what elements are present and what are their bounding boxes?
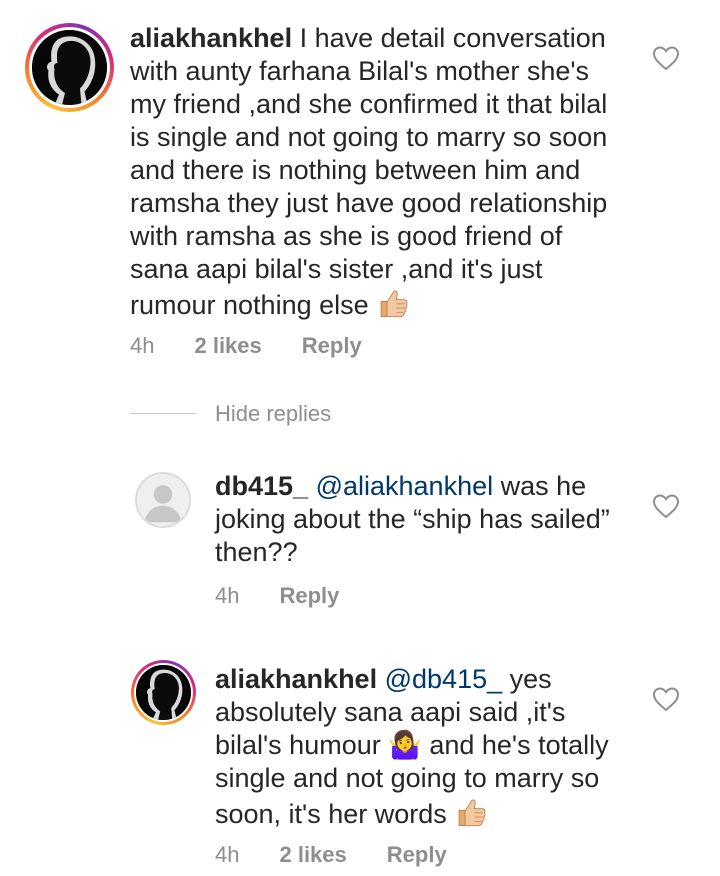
reply-username[interactable]: aliakhankhel [215, 664, 377, 694]
reply-timestamp: 4h [215, 842, 240, 867]
comment-likes[interactable]: 2 likes [194, 333, 261, 359]
like-reply-button[interactable] [651, 685, 681, 713]
reply-body: db415_ @aliakhankhel was he joking about… [215, 470, 630, 569]
comment-timestamp: 4h [130, 333, 155, 358]
hide-replies-button[interactable]: Hide replies [215, 401, 331, 427]
thumbs-up-emoji-icon [454, 795, 488, 829]
reply-mention-link[interactable]: @db415_ [385, 664, 503, 694]
reply-timestamp: 4h [215, 583, 240, 608]
reply-mention-link[interactable]: @aliakhankhel [316, 471, 494, 501]
comment-text: I have detail conversation with aunty fa… [130, 23, 608, 320]
avatar-photo [32, 30, 107, 105]
reply-button[interactable]: Reply [302, 333, 362, 359]
silhouette-profile-icon [136, 665, 191, 720]
like-reply-button[interactable] [651, 492, 681, 520]
reply-meta: 4h Reply [215, 583, 339, 609]
default-avatar-icon [137, 474, 189, 526]
heart-outline-icon [652, 687, 680, 712]
comment-username[interactable]: aliakhankhel [130, 23, 292, 53]
avatar-ring-gap [29, 27, 110, 108]
comment-body: aliakhankhel I have detail conversation … [130, 22, 625, 322]
comment-meta: 4h 2 likes Reply [130, 333, 362, 359]
reply-username[interactable]: db415_ [215, 471, 308, 501]
reply-button[interactable]: Reply [387, 842, 447, 868]
reply-body: aliakhankhel @db415_ yes absolutely sana… [215, 663, 630, 831]
commenter-avatar[interactable] [25, 23, 114, 112]
reply-avatar[interactable] [135, 472, 191, 528]
silhouette-profile-icon [32, 30, 107, 105]
reply-avatar[interactable] [131, 660, 196, 725]
replies-divider [130, 413, 196, 414]
avatar-photo [136, 665, 191, 720]
heart-outline-icon [652, 494, 680, 519]
heart-outline-icon [652, 46, 680, 71]
reply-button[interactable]: Reply [279, 583, 339, 609]
reply-likes[interactable]: 2 likes [279, 842, 346, 868]
reply-meta: 4h 2 likes Reply [215, 842, 447, 868]
avatar-ring-gap [134, 663, 193, 722]
thumbs-up-emoji-icon [376, 286, 410, 320]
like-comment-button[interactable] [651, 44, 681, 72]
